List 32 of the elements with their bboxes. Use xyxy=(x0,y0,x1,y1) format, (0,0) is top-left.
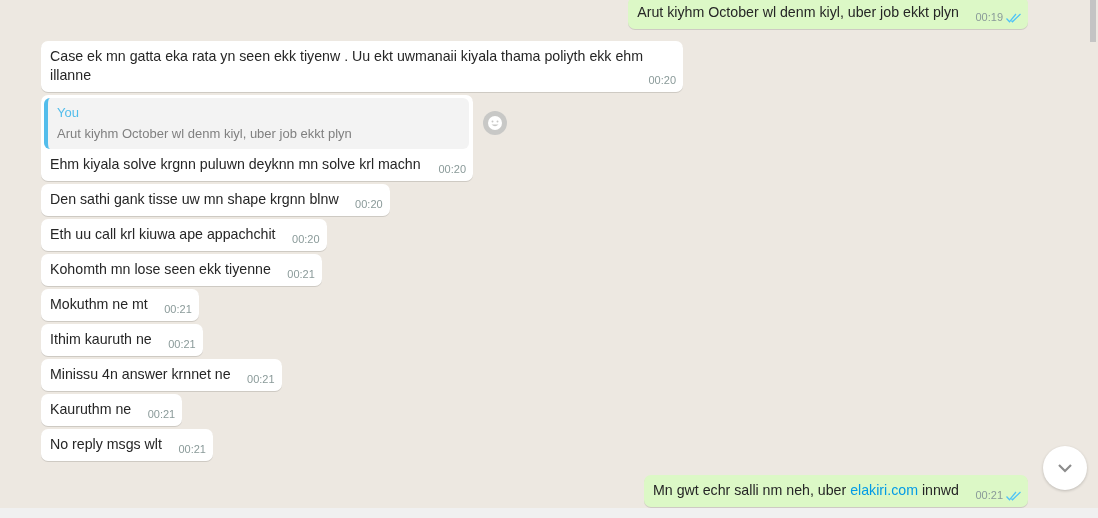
message-text: Kauruthm ne xyxy=(50,401,132,417)
smiley-icon[interactable] xyxy=(483,111,507,135)
message-time: 00:20 xyxy=(355,198,383,211)
message-text: Arut kiyhm October wl denm kiyl, uber job ekkt plyn xyxy=(637,4,959,20)
message-time: 00:20 xyxy=(648,74,676,87)
quoted-message[interactable]: You Arut kiyhm October wl denm kiyl, uber job ekkt plyn xyxy=(44,98,469,149)
message-text: Ehm kiyala solve krgnn puluwn deyknn mn solve krl machn xyxy=(50,156,421,172)
scroll-down-button[interactable] xyxy=(1043,446,1087,490)
message-time: 00:21 xyxy=(168,338,196,351)
message-text: No reply msgs wlt xyxy=(50,436,162,452)
message-time: 00:21 xyxy=(287,268,315,281)
message-time: 00:20 xyxy=(438,163,466,176)
quote-text: Arut kiyhm October wl denm kiyl, uber job ekkt plyn xyxy=(57,126,352,141)
message-time: 00:21 xyxy=(178,443,206,456)
chevron-down-icon xyxy=(1057,463,1073,473)
message-text: Mn gwt echr salli nm neh, uber elakiri.com innwd xyxy=(653,482,959,498)
message-text: Eth uu call krl kiuwa ape appachchit xyxy=(50,226,276,242)
quote-author: You xyxy=(57,105,79,120)
message-time: 00:20 xyxy=(292,233,320,246)
message-time: 00:19 xyxy=(975,11,1003,24)
message-text: Kohomth mn lose seen ekk tiyenne xyxy=(50,261,271,277)
message-text: Den sathi gank tisse uw mn shape krgnn blnw xyxy=(50,191,339,207)
message-time: 00:21 xyxy=(147,408,176,421)
message-text: Case ek mn gatta eka rata yn seen ekk tiyenw . Uu ekt uwmanaii kiyala thama poliyth ekk ehm illanne xyxy=(50,48,643,83)
message-link[interactable]: elakiri.com xyxy=(850,482,918,498)
message-text: Mokuthm ne mt xyxy=(50,296,148,312)
message-text: Ithim kauruth ne xyxy=(50,331,152,347)
message-time: 00:21 xyxy=(164,303,192,316)
scrollbar-thumb[interactable] xyxy=(1090,0,1096,42)
message-time: 00:21 xyxy=(975,489,1003,502)
message-time: 00:21 xyxy=(247,373,275,386)
message-text: Minissu 4n answer krnnet ne xyxy=(50,366,231,382)
